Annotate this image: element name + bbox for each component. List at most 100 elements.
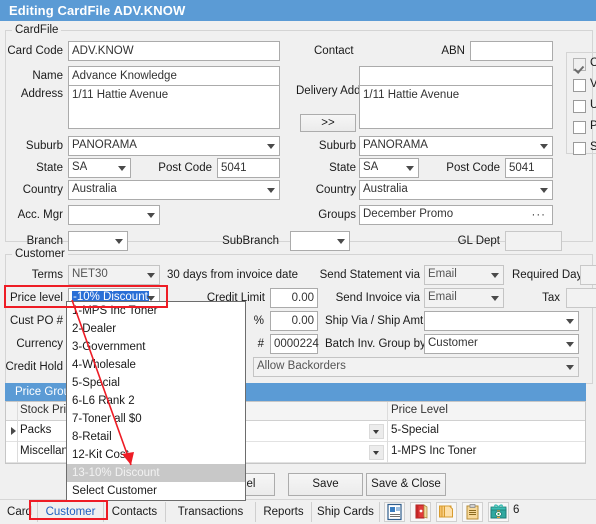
terms-combobox[interactable]: NET30 bbox=[68, 265, 160, 285]
row-price-level: 5-Special bbox=[391, 424, 439, 436]
save-button[interactable]: Save bbox=[288, 473, 363, 496]
flag-label-3: P bbox=[590, 120, 596, 132]
delivery-post-code-input[interactable]: 5041 bbox=[505, 158, 553, 178]
suburb-combobox[interactable]: PANORAMA bbox=[68, 136, 280, 156]
flag-label-2: U bbox=[590, 99, 596, 111]
card-code-input[interactable]: ADV.KNOW bbox=[68, 41, 280, 61]
dropdown-item-0[interactable]: 1-MPS Inc Toner bbox=[67, 302, 245, 320]
chevron-down-icon bbox=[118, 166, 126, 171]
flag-label-4: S bbox=[590, 141, 596, 153]
save-and-close-button[interactable]: Save & Close bbox=[366, 473, 446, 496]
groups-field[interactable]: December Promo ··· bbox=[359, 205, 553, 225]
chevron-down-icon bbox=[406, 166, 414, 171]
contact-label: Contact bbox=[314, 45, 354, 57]
name-label: Name bbox=[32, 70, 63, 82]
suburb-value: PANORAMA bbox=[72, 139, 137, 151]
chevron-down-icon bbox=[147, 273, 155, 278]
delivery-state-label: State bbox=[329, 162, 356, 174]
flag-checkbox-0[interactable] bbox=[573, 58, 586, 71]
suburb-label: Suburb bbox=[25, 140, 63, 152]
ship-via-label: Ship Via / Ship Amt. bbox=[325, 315, 427, 327]
address-textarea[interactable]: 1/11 Hattie Avenue bbox=[68, 85, 280, 129]
required-days-input[interactable] bbox=[580, 265, 596, 285]
price-level-label: Price level bbox=[9, 292, 63, 304]
tab-contacts[interactable]: Contacts bbox=[104, 502, 166, 522]
delivery-country-combobox[interactable]: Australia bbox=[359, 180, 553, 200]
delivery-suburb-label: Suburb bbox=[318, 140, 356, 152]
address-label: Address bbox=[20, 88, 63, 100]
country-combobox[interactable]: Australia bbox=[68, 180, 280, 200]
contact-input[interactable] bbox=[359, 66, 553, 86]
copy-pages-icon[interactable] bbox=[436, 502, 457, 522]
credit-hold-label: Credit Hold bbox=[5, 361, 63, 373]
tax-input[interactable] bbox=[566, 288, 596, 308]
dropdown-item-7[interactable]: 8-Retail bbox=[67, 428, 245, 446]
send-statement-via-value: Email bbox=[428, 268, 457, 280]
batch-inv-group-by-label: Batch Inv. Group by bbox=[325, 338, 426, 350]
country-label: Country bbox=[22, 184, 63, 196]
card-code-label: Card Code bbox=[7, 45, 63, 57]
red-binder-icon[interactable] bbox=[410, 502, 431, 522]
required-days-label: Required Days bbox=[512, 269, 589, 281]
price-level-dropdown-list[interactable]: 1-MPS Inc Toner 2-Dealer 3-Government 4-… bbox=[66, 301, 246, 501]
dropdown-item-8[interactable]: 12-Kit Cost bbox=[67, 446, 245, 464]
credit-limit-input[interactable]: 0.00 bbox=[270, 288, 318, 308]
dropdown-item-5[interactable]: 6-L6 Rank 2 bbox=[67, 392, 245, 410]
dropdown-item-2[interactable]: 3-Government bbox=[67, 338, 245, 356]
delivery-state-value: SA bbox=[363, 161, 379, 173]
tab-card[interactable]: Card bbox=[2, 502, 38, 522]
backorders-combobox[interactable]: Allow Backorders bbox=[253, 357, 579, 377]
flag-checkbox-4[interactable] bbox=[573, 142, 586, 155]
percent-input[interactable]: 0.00 bbox=[270, 311, 318, 331]
ship-via-combobox[interactable] bbox=[424, 311, 579, 331]
abn-label: ABN bbox=[441, 45, 465, 57]
delivery-suburb-combobox[interactable]: PANORAMA bbox=[359, 136, 553, 156]
tab-ship-cards[interactable]: Ship Cards bbox=[312, 502, 380, 522]
red-binder-icon-glyph bbox=[415, 504, 428, 519]
send-invoice-via-label: Send Invoice via bbox=[335, 292, 420, 304]
row-price-level-dropdown-button[interactable] bbox=[369, 424, 384, 439]
dropdown-item-9-selected[interactable]: 13-10% Discount bbox=[67, 464, 245, 482]
tab-reports[interactable]: Reports bbox=[256, 502, 312, 522]
card-details-icon[interactable] bbox=[384, 502, 405, 522]
chevron-down-icon bbox=[491, 296, 499, 301]
copy-address-button[interactable]: >> bbox=[300, 114, 356, 132]
delivery-suburb-value: PANORAMA bbox=[363, 139, 428, 151]
dropdown-item-10[interactable]: Select Customer bbox=[67, 482, 245, 500]
delivery-state-combobox[interactable]: SA bbox=[359, 158, 419, 178]
dropdown-item-1[interactable]: 2-Dealer bbox=[67, 320, 245, 338]
row-stock-price-group: Packs bbox=[20, 424, 52, 436]
clipboard-icon-glyph bbox=[466, 504, 479, 520]
card-number-input[interactable]: 0000224 bbox=[270, 334, 319, 354]
branch-combobox[interactable] bbox=[68, 231, 128, 251]
gl-dept-input[interactable] bbox=[505, 231, 562, 251]
dropdown-item-6[interactable]: 7-Toner all $0 bbox=[67, 410, 245, 428]
post-code-input[interactable]: 5041 bbox=[217, 158, 280, 178]
state-combobox[interactable]: SA bbox=[68, 158, 131, 178]
send-invoice-via-combobox[interactable]: Email bbox=[424, 288, 504, 308]
clipboard-icon[interactable] bbox=[462, 502, 483, 522]
state-label: State bbox=[36, 162, 63, 174]
flag-checkbox-2[interactable] bbox=[573, 100, 586, 113]
tab-customer[interactable]: Customer bbox=[38, 502, 104, 522]
name-input[interactable]: Advance Knowledge bbox=[68, 66, 280, 86]
batch-inv-group-by-combobox[interactable]: Customer bbox=[424, 334, 579, 354]
chevron-down-icon bbox=[115, 239, 123, 244]
delivery-address-textarea[interactable]: 1/11 Hattie Avenue bbox=[359, 85, 553, 129]
dropdown-item-3[interactable]: 4-Wholesale bbox=[67, 356, 245, 374]
chevron-down-icon bbox=[540, 144, 548, 149]
tab-transactions[interactable]: Transactions bbox=[166, 502, 256, 522]
abn-input[interactable] bbox=[470, 41, 553, 61]
subbranch-combobox[interactable] bbox=[290, 231, 350, 251]
flag-checkbox-1[interactable] bbox=[573, 79, 586, 92]
ellipsis-icon[interactable]: ··· bbox=[532, 209, 547, 221]
currency-label: Currency bbox=[16, 338, 63, 350]
send-statement-via-combobox[interactable]: Email bbox=[424, 265, 504, 285]
acc-mgr-combobox[interactable] bbox=[68, 205, 160, 225]
flag-checkbox-3[interactable] bbox=[573, 121, 586, 134]
dropdown-item-4[interactable]: 5-Special bbox=[67, 374, 245, 392]
row-price-level-dropdown-button[interactable] bbox=[369, 445, 384, 460]
gift-money-icon[interactable] bbox=[488, 502, 509, 522]
batch-inv-group-by-value: Customer bbox=[428, 337, 478, 349]
branch-label: Branch bbox=[26, 235, 63, 247]
